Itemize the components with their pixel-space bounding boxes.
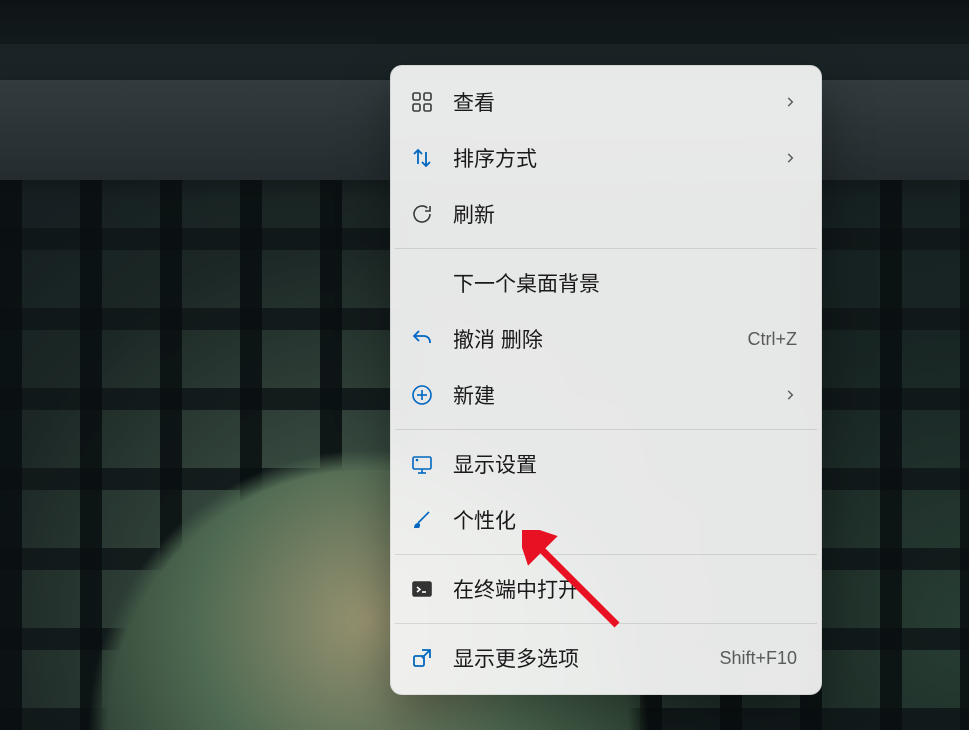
display-settings-icon	[409, 451, 435, 477]
menu-divider	[395, 554, 817, 555]
menu-item-personalize[interactable]: 个性化	[391, 492, 821, 548]
menu-item-label: 查看	[453, 87, 765, 117]
menu-item-label: 排序方式	[453, 143, 765, 173]
terminal-icon	[409, 576, 435, 602]
menu-item-sort[interactable]: 排序方式	[391, 130, 821, 186]
menu-item-label: 刷新	[453, 199, 797, 229]
menu-item-next-background[interactable]: 下一个桌面背景	[391, 255, 821, 311]
menu-item-label: 新建	[453, 380, 765, 410]
menu-item-new[interactable]: 新建	[391, 367, 821, 423]
show-more-icon	[409, 645, 435, 671]
new-plus-icon	[409, 382, 435, 408]
menu-item-view[interactable]: 查看	[391, 74, 821, 130]
undo-icon	[409, 326, 435, 352]
menu-item-refresh[interactable]: 刷新	[391, 186, 821, 242]
menu-divider	[395, 623, 817, 624]
menu-item-label: 显示设置	[453, 449, 797, 479]
menu-item-label: 撤消 删除	[453, 324, 730, 354]
menu-item-undo[interactable]: 撤消 删除 Ctrl+Z	[391, 311, 821, 367]
personalize-brush-icon	[409, 507, 435, 533]
menu-item-label: 个性化	[453, 505, 797, 535]
refresh-icon	[409, 201, 435, 227]
menu-item-shortcut: Ctrl+Z	[748, 329, 798, 350]
menu-item-show-more-options[interactable]: 显示更多选项 Shift+F10	[391, 630, 821, 686]
sort-icon	[409, 145, 435, 171]
menu-item-open-terminal[interactable]: 在终端中打开	[391, 561, 821, 617]
menu-divider	[395, 429, 817, 430]
menu-divider	[395, 248, 817, 249]
menu-item-shortcut: Shift+F10	[719, 648, 797, 669]
blank-icon	[409, 270, 435, 296]
menu-item-display-settings[interactable]: 显示设置	[391, 436, 821, 492]
chevron-right-icon	[783, 95, 797, 109]
view-grid-icon	[409, 89, 435, 115]
chevron-right-icon	[783, 151, 797, 165]
chevron-right-icon	[783, 388, 797, 402]
desktop-context-menu: 查看 排序方式 刷新 下一个桌面背景	[390, 65, 822, 695]
menu-item-label: 显示更多选项	[453, 643, 701, 673]
menu-item-label: 下一个桌面背景	[453, 268, 797, 298]
menu-item-label: 在终端中打开	[453, 574, 797, 604]
